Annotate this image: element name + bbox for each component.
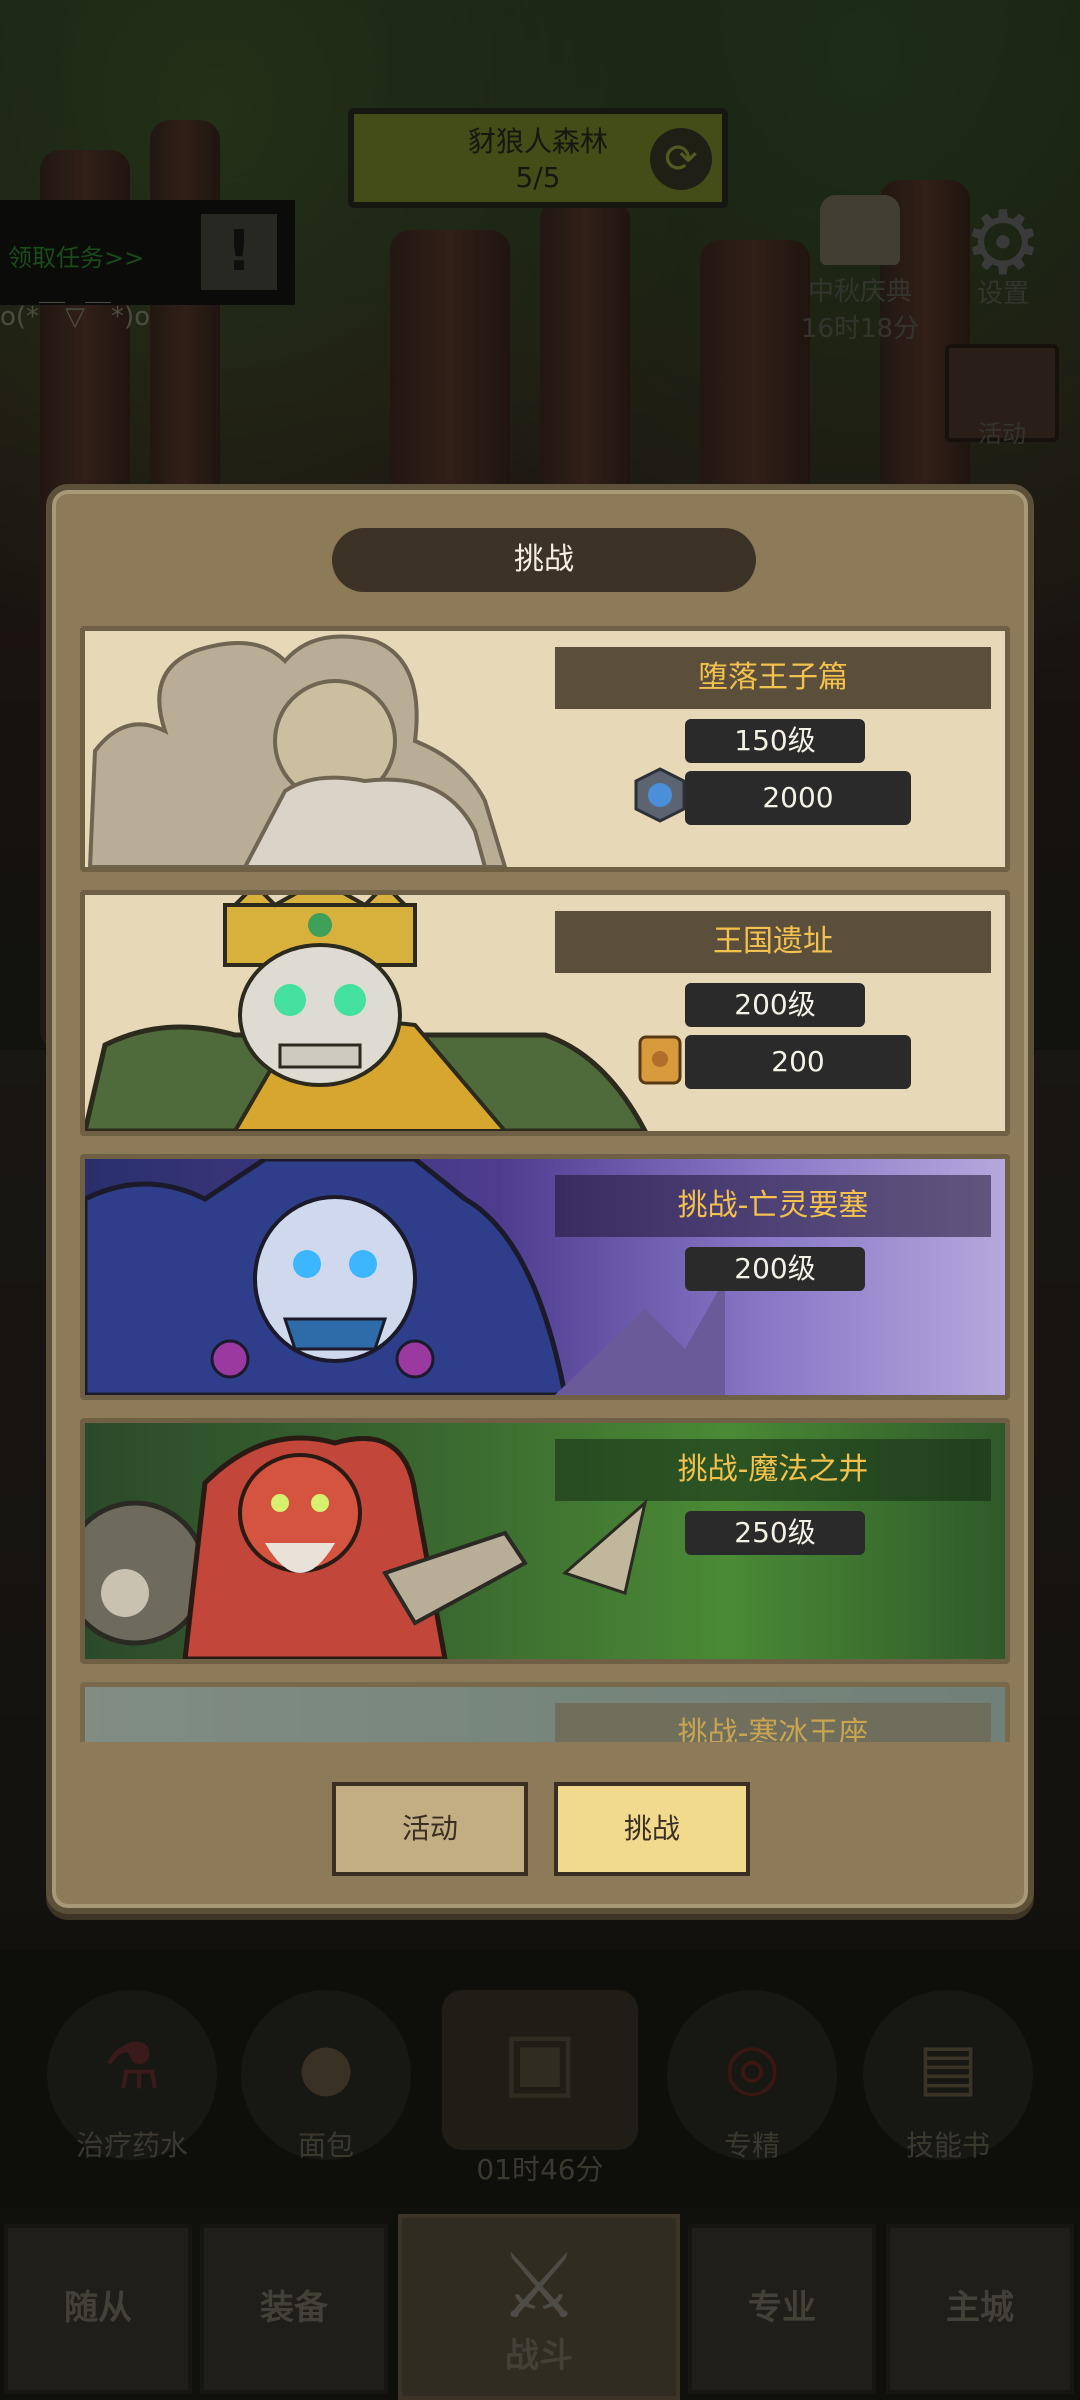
challenge-modal: 挑战 堕落王子篇 150级 2000 王国遗址 200级 200 挑战-亡灵要塞… xyxy=(46,484,1034,1914)
cost-value: 2000 xyxy=(685,771,911,825)
challenge-card-well-of-eternity[interactable]: 挑战-魔法之井 250级 xyxy=(80,1418,1010,1664)
chapter-title: 挑战-寒冰王座 xyxy=(555,1703,991,1742)
tab-challenge[interactable]: 挑战 xyxy=(554,1782,750,1876)
cost-value: 200 xyxy=(685,1035,911,1089)
modal-title: 挑战 xyxy=(332,528,756,592)
blue-rune-icon xyxy=(631,767,689,825)
tab-activity[interactable]: 活动 xyxy=(332,1782,528,1876)
challenge-card-frozen-throne[interactable]: 挑战-寒冰王座 xyxy=(80,1682,1010,1742)
challenge-list[interactable]: 堕落王子篇 150级 2000 王国遗址 200级 200 挑战-亡灵要塞 20… xyxy=(80,626,1010,1742)
challenge-card-undead-fortress[interactable]: 挑战-亡灵要塞 200级 xyxy=(80,1154,1010,1400)
level-requirement: 200级 xyxy=(685,1247,865,1291)
level-requirement: 200级 xyxy=(685,983,865,1027)
chapter-title: 挑战-亡灵要塞 xyxy=(555,1175,991,1237)
scroll-icon xyxy=(631,1031,689,1089)
chapter-title: 挑战-魔法之井 xyxy=(555,1439,991,1501)
challenge-card-kingdom-ruins[interactable]: 王国遗址 200级 200 xyxy=(80,890,1010,1136)
level-requirement: 250级 xyxy=(685,1511,865,1555)
chapter-title: 王国遗址 xyxy=(555,911,991,973)
chapter-title: 堕落王子篇 xyxy=(555,647,991,709)
challenge-card-fallen-prince[interactable]: 堕落王子篇 150级 2000 xyxy=(80,626,1010,872)
level-requirement: 150级 xyxy=(685,719,865,763)
